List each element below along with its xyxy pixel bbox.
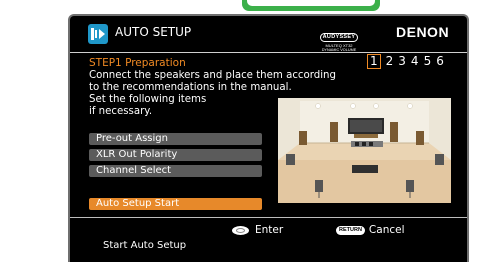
top-tab-inner [247, 0, 375, 6]
audyssey-logo-name: AUDYSSEY [319, 33, 359, 42]
auto-setup-icon [88, 24, 108, 44]
xlr-out-polarity-button[interactable]: XLR Out Polarity [89, 149, 262, 161]
footer-divider [70, 217, 467, 218]
step-indicator-3: 3 [398, 54, 406, 68]
osd-screen: AUTO SETUP AUDYSSEY MULTEQ XT32 DYNAMIC … [68, 14, 469, 262]
auto-setup-start-button[interactable]: Auto Setup Start [89, 198, 262, 210]
brand-logo: DENON [396, 24, 450, 40]
enter-button-icon [232, 225, 249, 235]
pre-out-assign-button[interactable]: Pre-out Assign [89, 133, 262, 145]
cancel-label: Cancel [368, 224, 405, 236]
step-indicator-current: 1 [367, 54, 381, 69]
header-divider [70, 52, 467, 53]
status-text: Start Auto Setup [103, 240, 187, 251]
top-tab-decoration [242, 0, 380, 11]
enter-hint: Enter [232, 224, 283, 236]
channel-select-button[interactable]: Channel Select [89, 165, 262, 177]
cancel-hint: RETURN Cancel [336, 224, 405, 236]
audyssey-logo: AUDYSSEY MULTEQ XT32 DYNAMIC VOLUME [314, 25, 364, 52]
step-indicator: 1 2 3 4 5 6 [367, 54, 444, 69]
speaker-room-illustration [278, 98, 451, 203]
step-indicator-5: 5 [423, 54, 432, 68]
instruction-line: Connect the speakers and place them acco… [89, 70, 336, 81]
enter-label: Enter [255, 224, 284, 236]
step-title: STEP1 Preparation [89, 57, 186, 69]
step-indicator-2: 2 [385, 54, 394, 68]
header: AUTO SETUP AUDYSSEY MULTEQ XT32 DYNAMIC … [70, 16, 467, 52]
page-title: AUTO SETUP [115, 25, 192, 39]
return-button-icon: RETURN [336, 225, 365, 235]
step-indicator-6: 6 [436, 54, 444, 68]
instruction-line: to the recommendations in the manual. [89, 82, 292, 93]
step-indicator-4: 4 [410, 54, 419, 68]
